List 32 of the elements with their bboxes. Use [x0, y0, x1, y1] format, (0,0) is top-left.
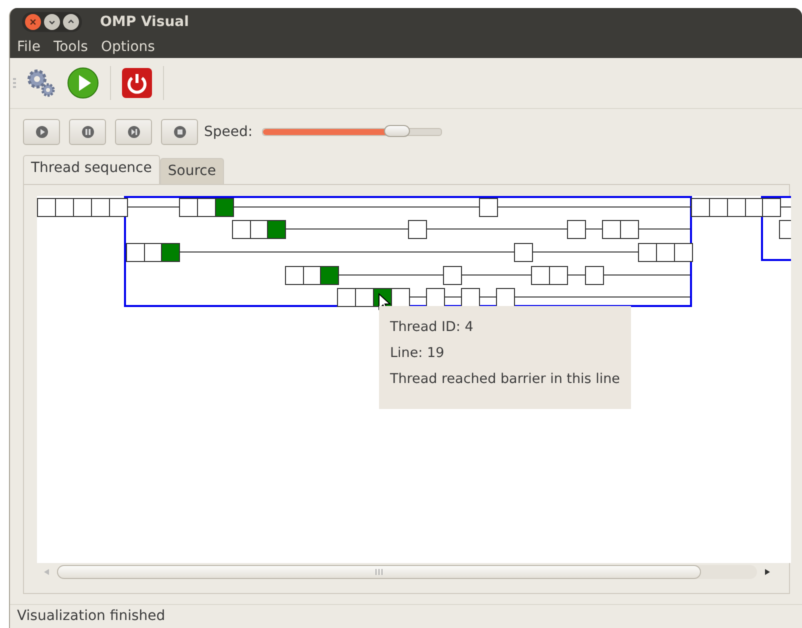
- speed-slider[interactable]: [262, 128, 442, 136]
- step-forward-icon: [126, 125, 140, 139]
- minimize-button[interactable]: [44, 14, 60, 30]
- scrollbar-thumb[interactable]: [57, 565, 701, 580]
- play-icon[interactable]: [66, 66, 100, 100]
- close-button[interactable]: [25, 14, 41, 30]
- maximize-button[interactable]: [63, 14, 79, 30]
- step-button[interactable]: [115, 119, 152, 145]
- tooltip-text: Thread reached barrier in this line: [390, 371, 620, 387]
- play-icon: [34, 125, 48, 139]
- close-icon: [29, 18, 37, 26]
- play-button[interactable]: [23, 119, 60, 145]
- menu-item[interactable]: File: [17, 38, 40, 54]
- stop-button[interactable]: [161, 119, 198, 145]
- toolbar-grip-icon: [13, 78, 16, 88]
- window-title: OMP Visual: [100, 14, 189, 30]
- tooltip-text: Line: 19: [390, 345, 446, 361]
- tab[interactable]: Thread sequence: [23, 155, 160, 184]
- tooltip-text: Thread ID: 4: [390, 319, 474, 335]
- power-icon[interactable]: [121, 67, 153, 99]
- speed-label: Speed:: [204, 124, 253, 140]
- stop-icon: [172, 125, 186, 139]
- pause-button[interactable]: [69, 119, 106, 145]
- menu-item[interactable]: Tools: [53, 38, 88, 54]
- pause-icon: [80, 125, 94, 139]
- gears-icon[interactable]: [26, 68, 56, 98]
- scroll-right-icon[interactable]: [763, 568, 771, 576]
- tab[interactable]: Source: [160, 158, 224, 184]
- status-text: Visualization finished: [17, 608, 166, 624]
- chevron-up-icon: [67, 18, 75, 26]
- slider-thumb[interactable]: [384, 125, 410, 137]
- menu-item[interactable]: Options: [100, 38, 155, 54]
